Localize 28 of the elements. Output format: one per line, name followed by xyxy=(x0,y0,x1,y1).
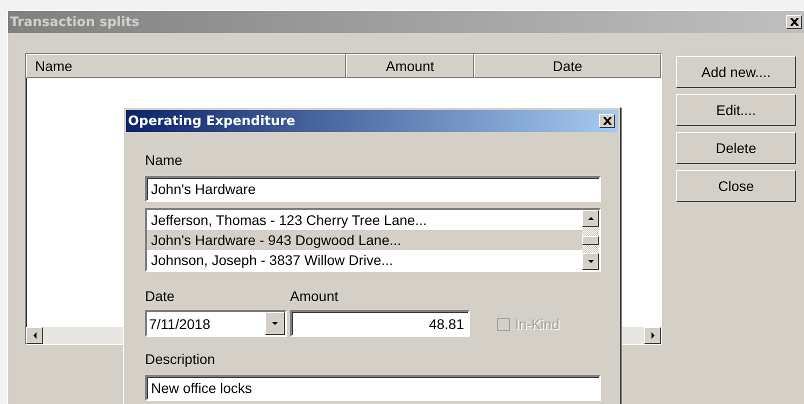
scroll-thumb[interactable] xyxy=(582,236,599,244)
action-button[interactable]: Edit.... xyxy=(676,94,796,126)
list-item[interactable]: Johnson, Joseph - 3837 Willow Drive... xyxy=(147,250,582,270)
action-button[interactable]: Add new.... xyxy=(676,56,796,88)
scroll-down-icon[interactable] xyxy=(582,253,599,270)
field-label: Description xyxy=(145,351,216,369)
close-icon[interactable] xyxy=(786,15,802,29)
close-icon[interactable] xyxy=(599,114,615,128)
field-label: Date xyxy=(145,288,175,306)
action-button[interactable]: Close xyxy=(676,170,796,202)
column-header[interactable]: Amount xyxy=(346,54,474,78)
column-header[interactable]: Name xyxy=(26,54,346,78)
list-item[interactable]: Jefferson, Thomas - 123 Cherry Tree Lane... xyxy=(147,210,582,230)
name-field[interactable]: John's Hardware xyxy=(145,176,601,202)
scroll-left-icon[interactable] xyxy=(26,327,43,344)
scroll-right-icon[interactable] xyxy=(644,327,661,344)
column-header[interactable]: Date xyxy=(474,54,661,78)
scroll-up-icon[interactable] xyxy=(582,210,599,227)
vertical-scrollbar[interactable] xyxy=(582,210,599,270)
amount-field[interactable]: 48.81 xyxy=(290,310,470,337)
list-item[interactable]: John's Hardware - 943 Dogwood Lane... xyxy=(147,230,582,250)
action-button[interactable]: Delete xyxy=(676,132,796,164)
description-field[interactable]: New office locks xyxy=(145,375,601,401)
field-label: Name xyxy=(145,152,182,170)
field-label: Amount xyxy=(290,288,338,306)
date-dropdown[interactable]: 7/11/2018 xyxy=(145,310,287,337)
dialog-title: Operating Expenditure xyxy=(128,114,296,128)
window-title: Transaction splits xyxy=(10,14,140,30)
